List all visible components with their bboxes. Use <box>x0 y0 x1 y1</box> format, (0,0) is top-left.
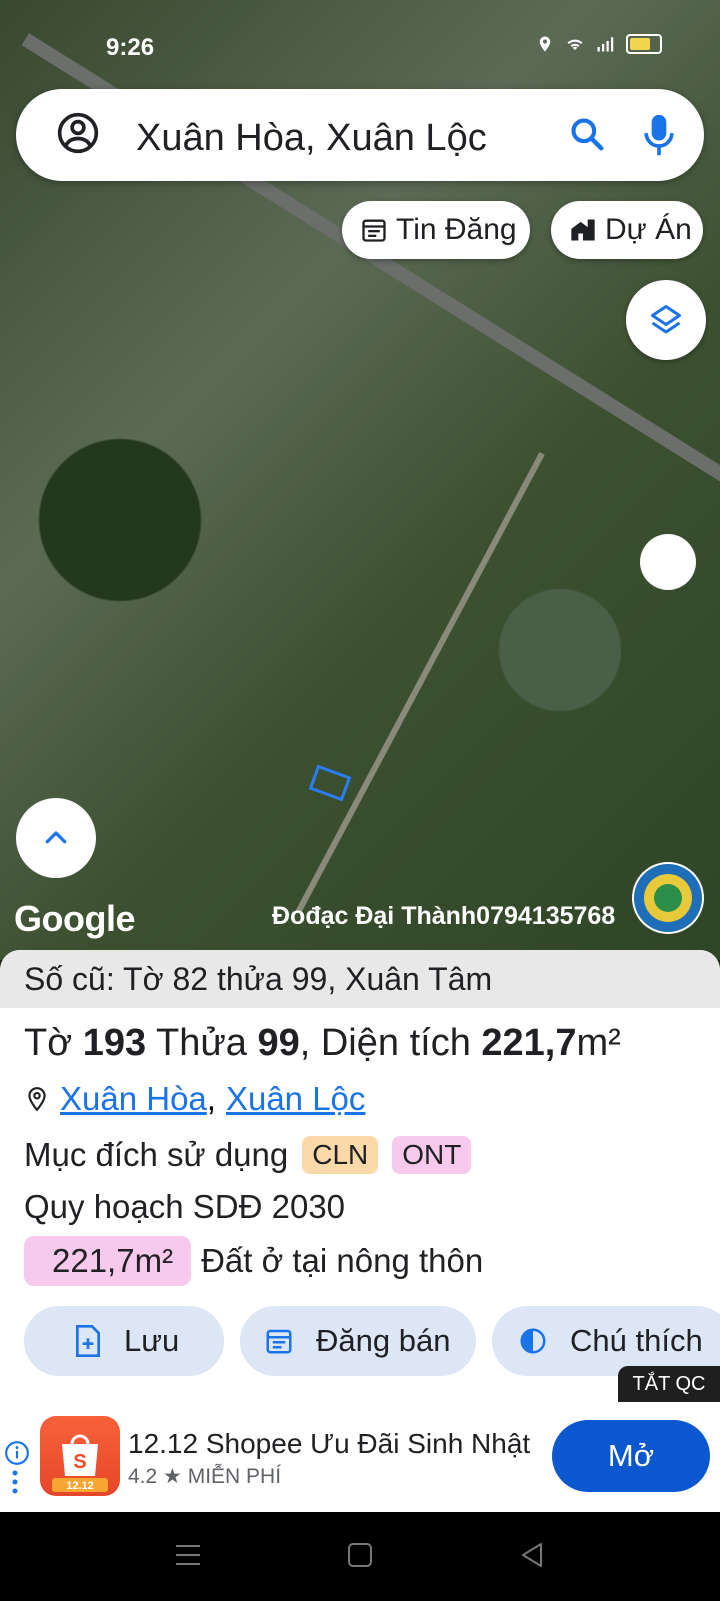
buildings-icon <box>571 219 595 241</box>
ad-off-button[interactable]: TẮT QC <box>618 1366 720 1402</box>
project-chip-label: Dự Án <box>605 213 692 246</box>
status-icons <box>536 34 662 54</box>
save-button[interactable]: Lưu <box>24 1306 224 1376</box>
layers-icon <box>651 305 681 334</box>
planning-label: Quy hoạch SDĐ 2030 <box>24 1188 346 1225</box>
layers-button[interactable] <box>626 280 706 360</box>
system-nav-bar <box>0 1512 720 1601</box>
area-badge: 221,7m² <box>24 1236 192 1286</box>
land-use-purpose: Mục đích sử dụng CLN ONT <box>24 1136 472 1174</box>
news-chip[interactable]: Tin Đăng <box>342 201 530 259</box>
map-road <box>295 452 545 914</box>
info-icon[interactable] <box>4 1440 30 1466</box>
battery-icon <box>626 34 662 54</box>
open-button[interactable]: Mở <box>552 1420 710 1492</box>
selected-parcel[interactable] <box>308 764 352 802</box>
google-logo: Google <box>14 898 136 939</box>
chevron-up-icon <box>45 831 67 844</box>
app-icon-text: 12.12 <box>66 1480 94 1492</box>
planning-area-row: 221,7m² Đất ở tại nông thôn <box>24 1236 483 1286</box>
dai-thanh-logo <box>632 862 704 934</box>
calendar-list-icon <box>266 1329 292 1354</box>
news-chip-label: Tin Đăng <box>396 213 517 246</box>
status-bar: 9:26 <box>0 0 720 86</box>
home-icon[interactable] <box>347 1542 373 1568</box>
file-add-icon <box>76 1325 100 1357</box>
ad-price: MIỄN PHÍ <box>187 1465 282 1488</box>
purpose-badge-ont: ONT <box>392 1136 472 1174</box>
parcel-address: Xuân Hòa, Xuân Lộc <box>24 1080 365 1118</box>
map-pin-icon <box>28 1087 46 1112</box>
map-watermark: Đođạc Đại Thành0794135768 <box>272 902 616 930</box>
search-bar[interactable]: Xuân Hòa, Xuân Lộc <box>16 89 704 181</box>
search-input[interactable]: Xuân Hòa, Xuân Lộc <box>136 117 487 160</box>
parcel-info-sheet: Số cũ: Tờ 82 thửa 99, Xuân Tâm Tờ 193 Th… <box>0 950 720 1402</box>
status-time: 9:26 <box>106 34 155 61</box>
location-dot-button[interactable] <box>640 534 696 590</box>
parcel-title: Tờ 193 Thửa 99, Diện tích 221,7m² <box>24 1022 621 1064</box>
contrast-icon <box>520 1328 546 1354</box>
menu-icon[interactable] <box>174 1542 202 1568</box>
shopee-app-icon: S 12.12 <box>40 1416 120 1496</box>
account-icon[interactable] <box>56 111 100 155</box>
post-sale-button[interactable]: Đăng bán <box>240 1306 476 1376</box>
district-link[interactable]: Xuân Lộc <box>226 1080 365 1118</box>
ad-rating: 4.2 <box>128 1465 158 1488</box>
back-icon[interactable] <box>519 1542 545 1568</box>
mic-icon[interactable] <box>644 113 674 157</box>
search-icon[interactable] <box>568 115 606 153</box>
expand-button[interactable] <box>16 798 96 878</box>
more-vert-icon[interactable] <box>12 1470 18 1494</box>
ad-meta: 4.2 ★ MIỄN PHÍ <box>128 1464 281 1489</box>
star-icon: ★ <box>163 1465 182 1488</box>
land-type-label: Đất ở tại nông thôn <box>201 1242 484 1279</box>
calendar-list-icon <box>362 219 386 242</box>
location-icon <box>539 36 551 52</box>
old-parcel-info: Số cũ: Tờ 82 thửa 99, Xuân Tâm <box>0 950 720 1008</box>
svg-text:S: S <box>73 1451 86 1473</box>
commune-link[interactable]: Xuân Hòa <box>60 1080 207 1118</box>
wifi-icon <box>567 39 583 50</box>
ad-banner[interactable]: S 12.12 12.12 Shopee Ưu Đãi Sinh Nhật 4.2… <box>0 1402 720 1512</box>
purpose-badge-cln: CLN <box>302 1136 379 1174</box>
signal-icon <box>597 37 614 52</box>
project-chip[interactable]: Dự Án <box>551 201 703 259</box>
ad-title: 12.12 Shopee Ưu Đãi Sinh Nhật <box>128 1428 531 1459</box>
